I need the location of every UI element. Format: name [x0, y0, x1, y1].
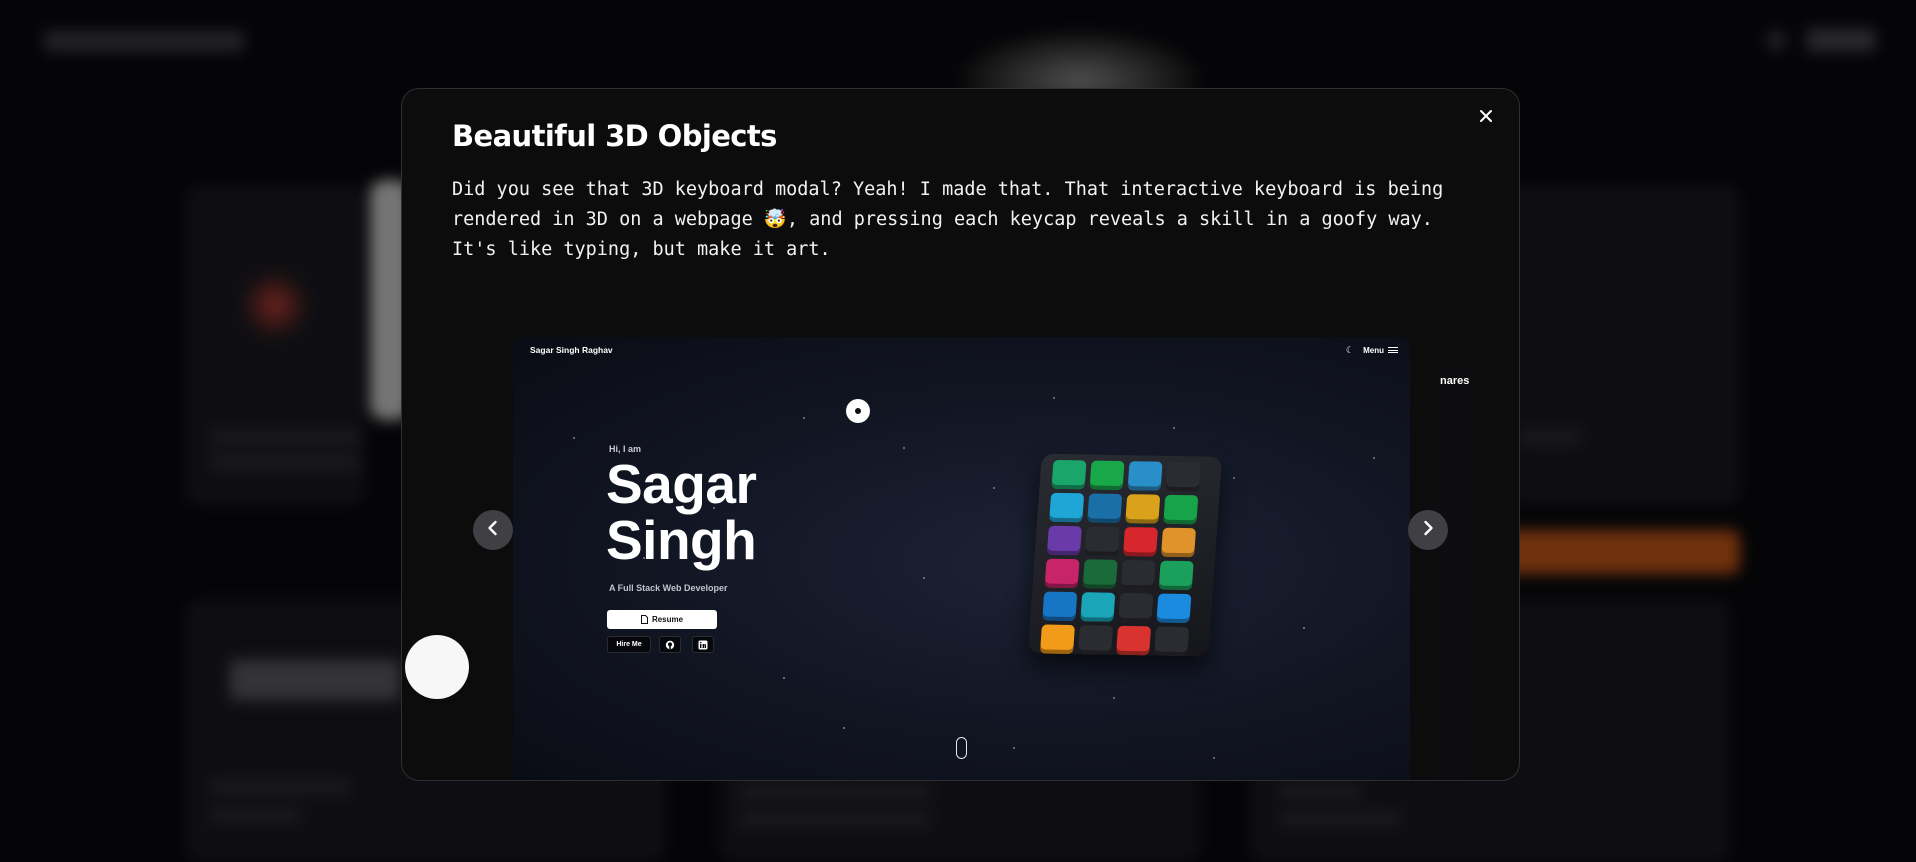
slide-resume-button: Resume [607, 610, 717, 629]
keycap [1051, 459, 1087, 490]
slide-hire-label: Hire Me [616, 641, 642, 648]
project-modal: Beautiful 3D Objects Did you see that 3D… [401, 88, 1520, 781]
keycap [1163, 494, 1199, 525]
carousel-next-button[interactable] [1408, 510, 1448, 550]
chevron-left-icon [483, 518, 503, 543]
carousel-prev-button[interactable] [473, 510, 513, 550]
star [1113, 697, 1115, 699]
modal-description: Did you see that 3D keyboard modal? Yeah… [452, 179, 1444, 260]
slide-role: A Full Stack Web Developer [609, 583, 728, 593]
keycap [1046, 525, 1082, 556]
slide-menu-label: Menu [1363, 346, 1384, 355]
star [783, 677, 785, 679]
background-text-line [740, 812, 930, 826]
keycap [1118, 592, 1154, 623]
keycap [1089, 460, 1125, 491]
keycap [1154, 626, 1190, 656]
background-text-line [1520, 430, 1580, 444]
background-card [1510, 185, 1740, 505]
background-nav-button [1806, 28, 1876, 52]
keycap [1156, 593, 1192, 624]
background-text-line [1280, 812, 1400, 826]
star [573, 437, 575, 439]
keyboard-3d-model [1027, 453, 1223, 657]
linkedin-icon [692, 636, 714, 653]
keycap [1122, 527, 1158, 557]
star [803, 417, 805, 419]
keycap [1049, 492, 1085, 523]
keycap [1082, 559, 1118, 589]
background-text-line [210, 808, 300, 822]
keycap [1080, 592, 1116, 622]
github-icon [659, 636, 681, 653]
background-site-title [44, 30, 244, 52]
cursor-icon [846, 399, 870, 423]
background-text-line [210, 430, 360, 444]
close-icon [1478, 107, 1494, 130]
keycap [1160, 527, 1197, 558]
star [1233, 477, 1235, 479]
keycap-grid [1039, 459, 1201, 656]
keycap [1077, 625, 1114, 655]
star [1213, 757, 1215, 759]
keycap [1127, 461, 1163, 491]
slide-resume-label: Resume [651, 615, 684, 624]
star [903, 447, 905, 449]
hamburger-icon [1388, 347, 1398, 353]
background-text-line [210, 455, 360, 469]
next-slide-preview[interactable]: naresh [1430, 365, 1470, 780]
slide-site-brand: Sagar Singh Raghav [530, 345, 613, 355]
close-button[interactable] [1473, 105, 1499, 131]
keycap [1084, 526, 1120, 556]
background-heading [230, 660, 400, 700]
keycap [1125, 494, 1161, 524]
keycap [1116, 625, 1152, 656]
star [843, 727, 845, 729]
star [1053, 397, 1055, 399]
modal-title: Beautiful 3D Objects [452, 119, 777, 153]
background-text-line [210, 780, 350, 794]
keycap [1158, 560, 1194, 591]
keycap [1039, 624, 1075, 654]
star [1173, 427, 1175, 429]
star [1013, 747, 1015, 749]
star [923, 577, 925, 579]
slide-name-line1: Sagar [606, 453, 757, 515]
keycap [1087, 493, 1123, 523]
next-slide-text: naresh [1440, 375, 1470, 387]
cursor-follower [405, 635, 469, 699]
slide-hero-name: Sagar Singh [606, 453, 757, 571]
keycap [1120, 559, 1156, 590]
star [1373, 457, 1375, 459]
background-accent [240, 270, 310, 340]
moon-icon: ☾ [1345, 345, 1354, 355]
background-theme-toggle [1766, 30, 1786, 50]
scroll-indicator-icon [956, 737, 967, 759]
slide-hire-button: Hire Me [607, 636, 651, 653]
background-text-line [1280, 785, 1360, 799]
chevron-right-icon [1418, 518, 1438, 543]
star [1303, 627, 1305, 629]
carousel-slide: Sagar Singh Raghav ☾ Menu Hi, I am Sagar… [513, 337, 1410, 780]
slide-name-line2: Singh [606, 509, 757, 571]
keycap [1165, 461, 1201, 492]
document-icon [640, 615, 648, 624]
keycap [1042, 591, 1078, 622]
keycap [1044, 558, 1080, 589]
image-carousel: naresh Sagar Singh Raghav ☾ Menu [402, 277, 1519, 780]
background-text-line [740, 785, 930, 799]
star [993, 487, 995, 489]
